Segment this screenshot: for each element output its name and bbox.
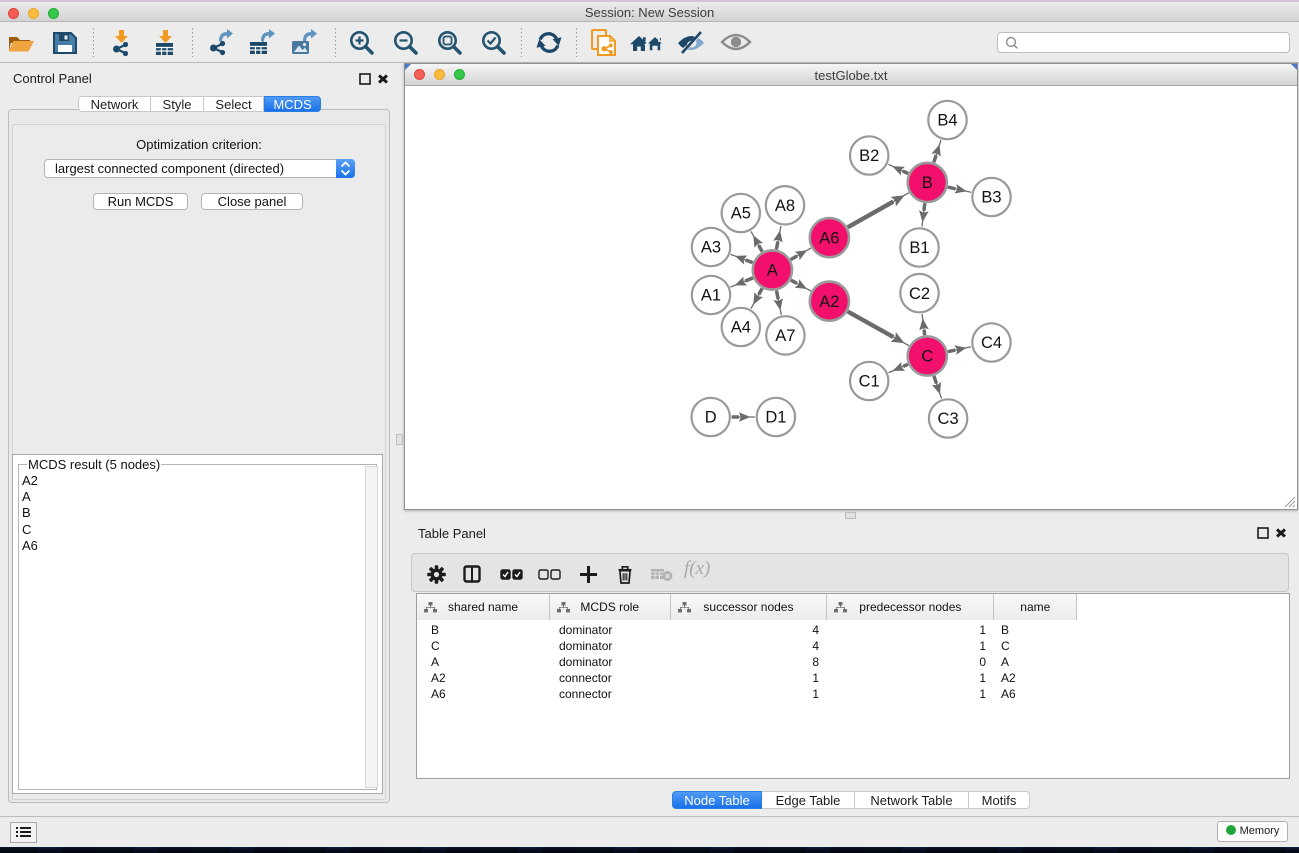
svg-text:A7: A7 [775, 327, 795, 345]
svg-text:A3: A3 [701, 239, 721, 257]
svg-text:A4: A4 [731, 319, 751, 337]
svg-text:A6: A6 [819, 229, 839, 247]
svg-text:D: D [705, 409, 717, 427]
svg-text:A: A [767, 262, 778, 280]
svg-text:B3: B3 [981, 189, 1001, 207]
svg-text:C1: C1 [859, 373, 880, 391]
svg-text:B1: B1 [909, 239, 929, 257]
svg-text:C3: C3 [938, 410, 959, 428]
svg-text:D1: D1 [765, 409, 786, 427]
svg-text:A1: A1 [701, 287, 721, 305]
svg-text:C2: C2 [909, 285, 930, 303]
svg-text:C4: C4 [981, 334, 1002, 352]
svg-text:B4: B4 [937, 112, 957, 130]
svg-text:C: C [921, 348, 933, 366]
svg-text:A2: A2 [819, 293, 839, 311]
svg-text:A5: A5 [731, 205, 751, 223]
svg-text:A8: A8 [775, 197, 795, 215]
svg-text:B: B [922, 174, 933, 192]
svg-text:B2: B2 [859, 147, 879, 165]
